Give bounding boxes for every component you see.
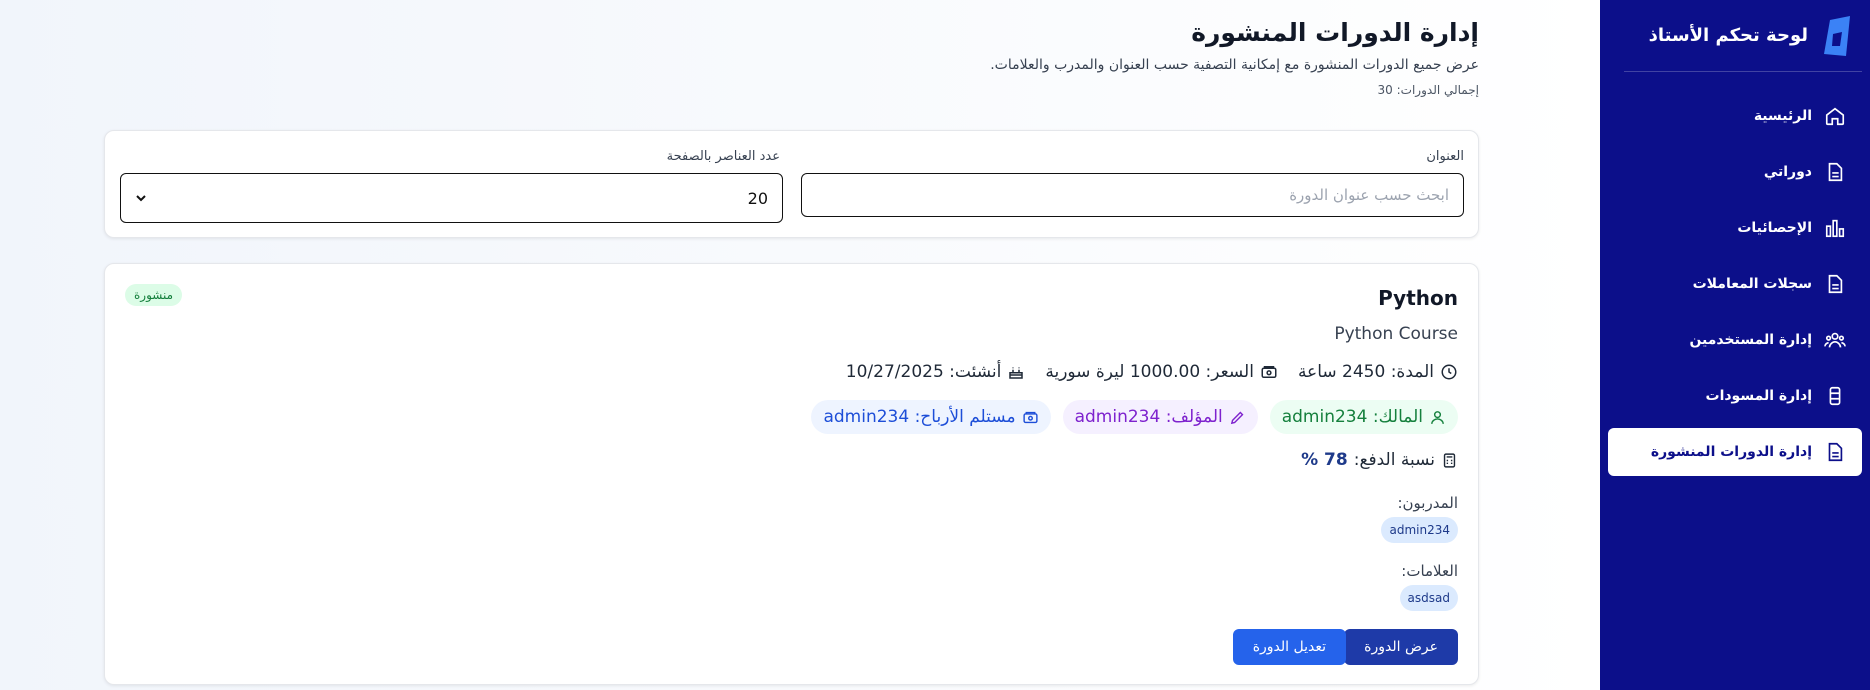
sidebar-item-label: إدارة المسودات	[1705, 388, 1813, 404]
course-created: أنشئت: 10/27/2025	[846, 362, 1026, 382]
sidebar-item-label: الإحصائيات	[1737, 220, 1812, 236]
author-pill: المؤلف: admin234	[1062, 400, 1258, 434]
course-meta: المدة: 2450 ساعة السعر: 1000.00 ليرة سور…	[846, 362, 1458, 382]
view-course-button[interactable]: عرض الدورة	[1344, 629, 1458, 665]
filter-card: العنوان عدد العناصر بالصفحة 20	[104, 130, 1479, 238]
duration-text: المدة: 2450 ساعة	[1297, 362, 1434, 382]
money-icon	[1022, 411, 1038, 423]
sidebar-item-my-courses[interactable]: دوراتي	[1608, 148, 1862, 196]
trainers-label: المدربون:	[1397, 494, 1458, 512]
sidebar-item-published-courses[interactable]: إدارة الدورات المنشورة	[1608, 428, 1862, 476]
course-card: Python منشورة Python Course المدة: 2450 …	[104, 263, 1479, 685]
sidebar-item-label: سجلات المعاملات	[1692, 276, 1812, 292]
owner-pill: المالك: admin234	[1269, 400, 1458, 434]
page-title: إدارة الدورات المنشورة	[1191, 18, 1479, 47]
sidebar-item-users[interactable]: إدارة المستخدمين	[1608, 316, 1862, 364]
money-icon	[1261, 366, 1277, 378]
page-subtitle: عرض جميع الدورات المنشورة مع إمكانية الت…	[990, 57, 1479, 73]
edit-course-button[interactable]: تعديل الدورة	[1232, 629, 1346, 665]
sidebar-item-label: دوراتي	[1763, 164, 1812, 180]
title-filter-label: العنوان	[1426, 149, 1464, 164]
sidebar-item-drafts[interactable]: إدارة المسودات	[1608, 372, 1862, 420]
sidebar-item-transactions[interactable]: سجلات المعاملات	[1608, 260, 1862, 308]
tag-chip: asdsad	[1399, 585, 1458, 611]
cake-icon	[1009, 367, 1024, 379]
chart-icon	[1825, 219, 1845, 238]
tags-label: العلامات:	[1401, 562, 1458, 580]
course-subtitle: Python Course	[1334, 324, 1458, 344]
document-icon	[1828, 162, 1843, 182]
course-duration: المدة: 2450 ساعة	[1298, 362, 1458, 382]
price-text: السعر: 1000.00 ليرة سورية	[1045, 362, 1254, 382]
course-title: Python	[1378, 286, 1458, 310]
drafts-icon	[1829, 386, 1841, 406]
created-text: أنشئت: 10/27/2025	[845, 362, 1002, 382]
user-icon	[1431, 410, 1444, 424]
brand-title: لوحة تحكم الأستاذ	[1648, 25, 1808, 46]
payment-ratio-value: 78 %	[1301, 450, 1348, 470]
course-price: السعر: 1000.00 ليرة سورية	[1045, 362, 1278, 382]
document-icon	[1828, 274, 1843, 294]
owner-text: المالك: admin234	[1281, 407, 1423, 427]
sidebar-item-label: إدارة الدورات المنشورة	[1650, 444, 1812, 460]
status-badge: منشورة	[125, 284, 183, 306]
title-search-input[interactable]	[801, 173, 1464, 217]
home-icon	[1825, 107, 1845, 126]
document-icon	[1828, 442, 1843, 462]
sidebar: لوحة تحكم الأستاذ الرئيسية دوراتي الإحصا…	[1600, 0, 1870, 690]
sidebar-item-home[interactable]: الرئيسية	[1608, 92, 1862, 140]
earnings-receiver-pill: مستلم الأرباح: admin234	[811, 400, 1051, 434]
page-header: إدارة الدورات المنشورة عرض جميع الدورات …	[990, 18, 1479, 97]
sidebar-brand[interactable]: لوحة تحكم الأستاذ	[1624, 0, 1862, 72]
pencil-icon	[1230, 411, 1244, 424]
users-icon	[1824, 332, 1846, 348]
sidebar-nav: الرئيسية دوراتي الإحصائيات سجلات المعامل…	[1600, 92, 1870, 476]
page-size-label: عدد العناصر بالصفحة	[666, 149, 780, 164]
calculator-icon	[1443, 452, 1456, 468]
course-people: المالك: admin234 المؤلف: admin234 مستلم …	[811, 400, 1458, 434]
sidebar-item-statistics[interactable]: الإحصائيات	[1608, 204, 1862, 252]
trainer-chip: admin234	[1381, 517, 1458, 543]
page-size-value: 20	[747, 188, 768, 208]
author-text: المؤلف: admin234	[1074, 407, 1223, 427]
clock-icon	[1441, 364, 1457, 380]
main-content: إدارة الدورات المنشورة عرض جميع الدورات …	[0, 0, 1600, 690]
payment-ratio-label: نسبة الدفع:	[1353, 450, 1435, 470]
page-size-select[interactable]: 20	[120, 173, 783, 223]
sidebar-item-label: إدارة المستخدمين	[1689, 332, 1812, 348]
logo-icon	[1824, 15, 1850, 56]
total-courses-count: إجمالي الدورات: 30	[1377, 83, 1479, 97]
sidebar-item-label: الرئيسية	[1753, 108, 1812, 124]
chevron-down-icon	[136, 195, 146, 202]
receiver-text: مستلم الأرباح: admin234	[823, 407, 1016, 427]
payment-ratio: نسبة الدفع: 78 %	[1301, 450, 1458, 470]
